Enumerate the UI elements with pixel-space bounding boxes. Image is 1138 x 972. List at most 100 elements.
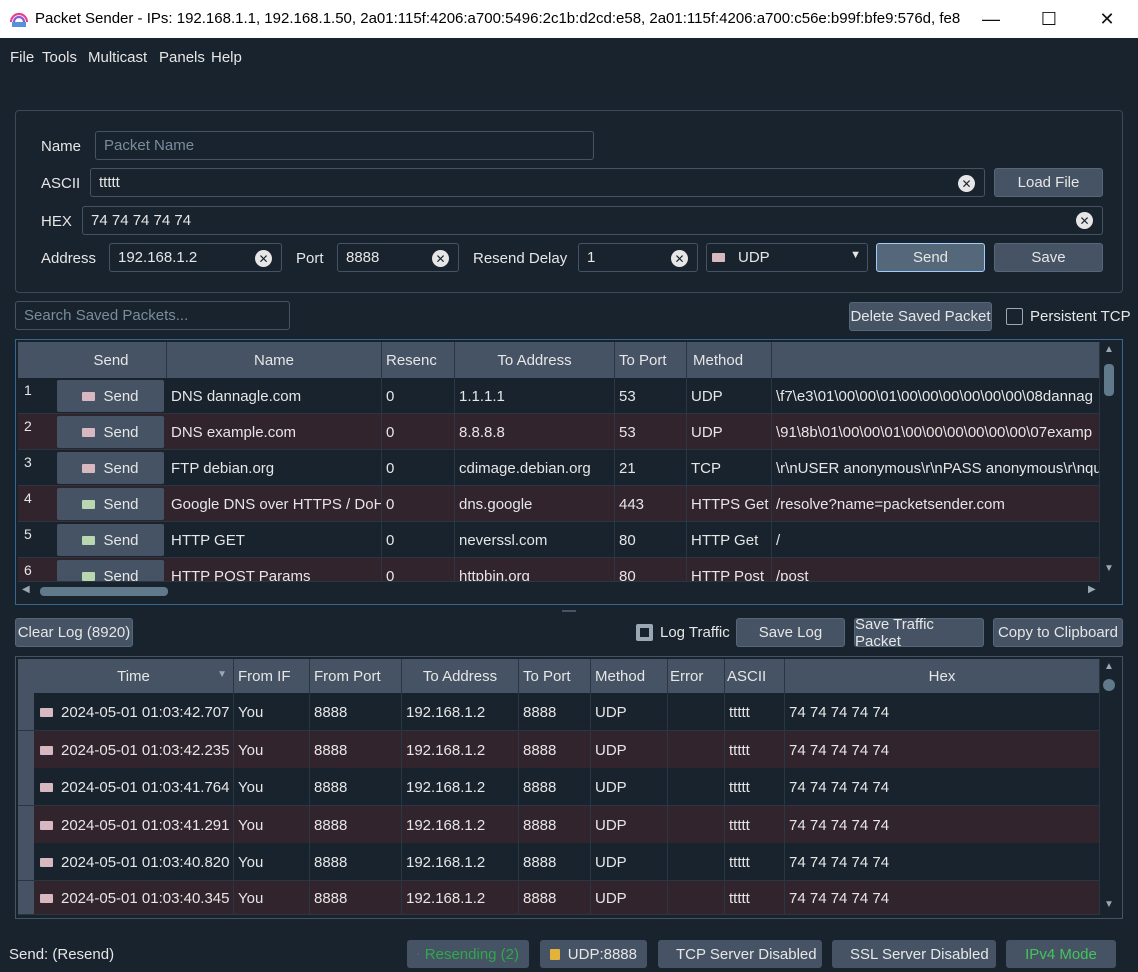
send-button[interactable]: Send: [876, 243, 985, 272]
cell-data: \f7\e3\01\00\00\01\00\00\00\00\00\00\08d…: [772, 378, 1100, 413]
log-row[interactable]: 2024-05-01 01:03:41.764 You 8888 192.168.1.…: [18, 768, 1100, 806]
address-clear-icon[interactable]: ✕: [255, 250, 272, 267]
saved-packet-row[interactable]: 5 Send HTTP GET 0 neverssl.com 80 HTTP Get /: [18, 522, 1100, 558]
log-vscroll-thumb[interactable]: [1103, 679, 1115, 691]
scroll-left-icon[interactable]: ◀: [22, 584, 30, 595]
ipv4-mode-status[interactable]: IPv4 Mode: [1006, 940, 1116, 968]
row-send-button[interactable]: Send: [57, 452, 164, 484]
save-button[interactable]: Save: [994, 243, 1103, 272]
log-row[interactable]: 2024-05-01 01:03:42.707 You 8888 192.168.1.…: [18, 693, 1100, 731]
menu-tools[interactable]: Tools: [42, 49, 77, 66]
hex-input[interactable]: 74 74 74 74 74: [82, 206, 1103, 235]
scroll-up-icon[interactable]: ▲: [1104, 344, 1114, 355]
header-data[interactable]: [772, 342, 1100, 378]
ascii-clear-icon[interactable]: ✕: [958, 175, 975, 192]
udp-status[interactable]: UDP:8888: [540, 940, 647, 968]
delete-saved-packet-button[interactable]: Delete Saved Packet: [849, 302, 992, 331]
header-send[interactable]: Send: [56, 342, 167, 378]
log-row-header[interactable]: [18, 843, 34, 880]
row-send-button[interactable]: Send: [57, 524, 164, 556]
saved-packet-row[interactable]: 1 Send DNS dannagle.com 0 1.1.1.1 53 UDP \f7\e3…: [18, 378, 1100, 414]
ssl-server-status[interactable]: SSL Server Disabled: [832, 940, 996, 968]
saved-hscroll-thumb[interactable]: [40, 587, 168, 596]
window-title: Packet Sender - IPs: 192.168.1.1, 192.16…: [35, 10, 960, 27]
row-send-label: Send: [103, 423, 139, 441]
menu-multicast[interactable]: Multicast: [88, 49, 147, 66]
cell-from: You: [234, 881, 310, 914]
log-scroll-up-icon[interactable]: ▲: [1104, 661, 1114, 672]
log-row[interactable]: 2024-05-01 01:03:40.345 You 8888 192.168.1.…: [18, 881, 1100, 915]
menu-panels[interactable]: Panels: [159, 49, 205, 66]
saved-packet-row[interactable]: 3 Send FTP debian.org 0 cdimage.debian.org 21…: [18, 450, 1100, 486]
hex-label: HEX: [41, 213, 72, 230]
maximize-button[interactable]: ☐: [1020, 0, 1078, 38]
log-row[interactable]: 2024-05-01 01:03:40.820 You 8888 192.168.1.…: [18, 843, 1100, 881]
header-name[interactable]: Name: [167, 342, 382, 378]
resending-status[interactable]: Resending (2): [407, 940, 529, 968]
saved-packet-row[interactable]: 2 Send DNS example.com 0 8.8.8.8 53 UDP \91\8b\…: [18, 414, 1100, 450]
log-row-header[interactable]: [18, 806, 34, 843]
save-traffic-packet-button[interactable]: Save Traffic Packet: [854, 616, 984, 650]
ascii-input[interactable]: ttttt: [90, 168, 985, 197]
save-log-button[interactable]: Save Log: [736, 618, 845, 647]
cell-method: UDP: [591, 806, 668, 843]
port-clear-icon[interactable]: ✕: [432, 250, 449, 267]
log-scroll-down-icon[interactable]: ▼: [1104, 899, 1114, 910]
header-method[interactable]: Method: [687, 342, 772, 378]
header-to-port[interactable]: To Port: [615, 342, 687, 378]
saved-horizontal-scrollbar[interactable]: ◀ ▶: [22, 584, 1100, 598]
menu-help[interactable]: Help: [211, 49, 242, 66]
log-row-header[interactable]: [18, 768, 34, 805]
packet-sender-logo-icon: [9, 12, 29, 27]
udp-label: UDP:8888: [567, 945, 637, 963]
header-to-address[interactable]: To Address: [455, 342, 615, 378]
scroll-right-icon[interactable]: ▶: [1088, 584, 1096, 595]
log-header-hex[interactable]: Hex: [785, 659, 1100, 693]
log-header-method[interactable]: Method: [591, 659, 668, 693]
menu-bar: File Tools Multicast Panels Help: [0, 38, 1138, 76]
copy-to-clipboard-button[interactable]: Copy to Clipboard: [993, 618, 1123, 647]
row-send-button[interactable]: Send: [57, 380, 164, 412]
search-saved-packets-input[interactable]: Search Saved Packets...: [15, 301, 290, 330]
cell-time: 2024-05-01 01:03:40.820: [34, 843, 234, 880]
log-traffic-checkbox[interactable]: [636, 624, 653, 641]
packet-name-input[interactable]: Packet Name: [95, 131, 594, 160]
log-header-ascii[interactable]: ASCII: [725, 659, 785, 693]
header-resend[interactable]: Resenc: [382, 342, 455, 378]
log-vertical-scrollbar[interactable]: ▲ ▼: [1102, 661, 1116, 915]
minimize-button[interactable]: —: [962, 0, 1020, 38]
cell-to: 192.168.1.2: [402, 768, 519, 805]
tcp-server-status[interactable]: TCP Server Disabled: [658, 940, 822, 968]
row-send-button[interactable]: Send: [57, 560, 164, 581]
row-send-button[interactable]: Send: [57, 488, 164, 520]
log-row-header[interactable]: [18, 693, 34, 730]
udp-icon: [550, 948, 560, 960]
log-row[interactable]: 2024-05-01 01:03:42.235 You 8888 192.168.1.…: [18, 731, 1100, 769]
hex-clear-icon[interactable]: ✕: [1076, 212, 1093, 229]
saved-packet-row[interactable]: 4 Send Google DNS over HTTPS / DoH 0 dns.goo…: [18, 486, 1100, 522]
saved-vertical-scrollbar[interactable]: ▲ ▼: [1102, 344, 1116, 580]
log-header-time[interactable]: Time ▼: [34, 659, 234, 693]
log-header-error[interactable]: Error: [668, 659, 725, 693]
saved-vscroll-thumb[interactable]: [1104, 364, 1114, 396]
load-file-button[interactable]: Load File: [994, 168, 1103, 197]
cell-resend: 0: [382, 558, 455, 581]
menu-file[interactable]: File: [10, 49, 34, 66]
log-row[interactable]: 2024-05-01 01:03:41.291 You 8888 192.168.1.…: [18, 806, 1100, 844]
clear-log-button[interactable]: Clear Log (8920): [15, 618, 133, 647]
cell-method: TCP: [687, 450, 772, 485]
splitter-handle[interactable]: [562, 610, 576, 612]
log-row-header[interactable]: [18, 881, 34, 914]
protocol-select[interactable]: UDP ▼: [706, 243, 868, 272]
row-send-button[interactable]: Send: [57, 416, 164, 448]
log-header-from-ip[interactable]: From IF: [234, 659, 310, 693]
log-header-from-port[interactable]: From Port: [310, 659, 402, 693]
log-header-to-port[interactable]: To Port: [519, 659, 591, 693]
close-button[interactable]: ✕: [1078, 0, 1136, 38]
resend-delay-clear-icon[interactable]: ✕: [671, 250, 688, 267]
persistent-tcp-checkbox[interactable]: [1006, 308, 1023, 325]
log-header-to-address[interactable]: To Address: [402, 659, 519, 693]
log-row-header[interactable]: [18, 731, 34, 768]
saved-packet-row[interactable]: 6 Send HTTP POST Params 0 httpbin.org 80 HTTP …: [18, 558, 1100, 582]
scroll-down-icon[interactable]: ▼: [1104, 563, 1114, 574]
